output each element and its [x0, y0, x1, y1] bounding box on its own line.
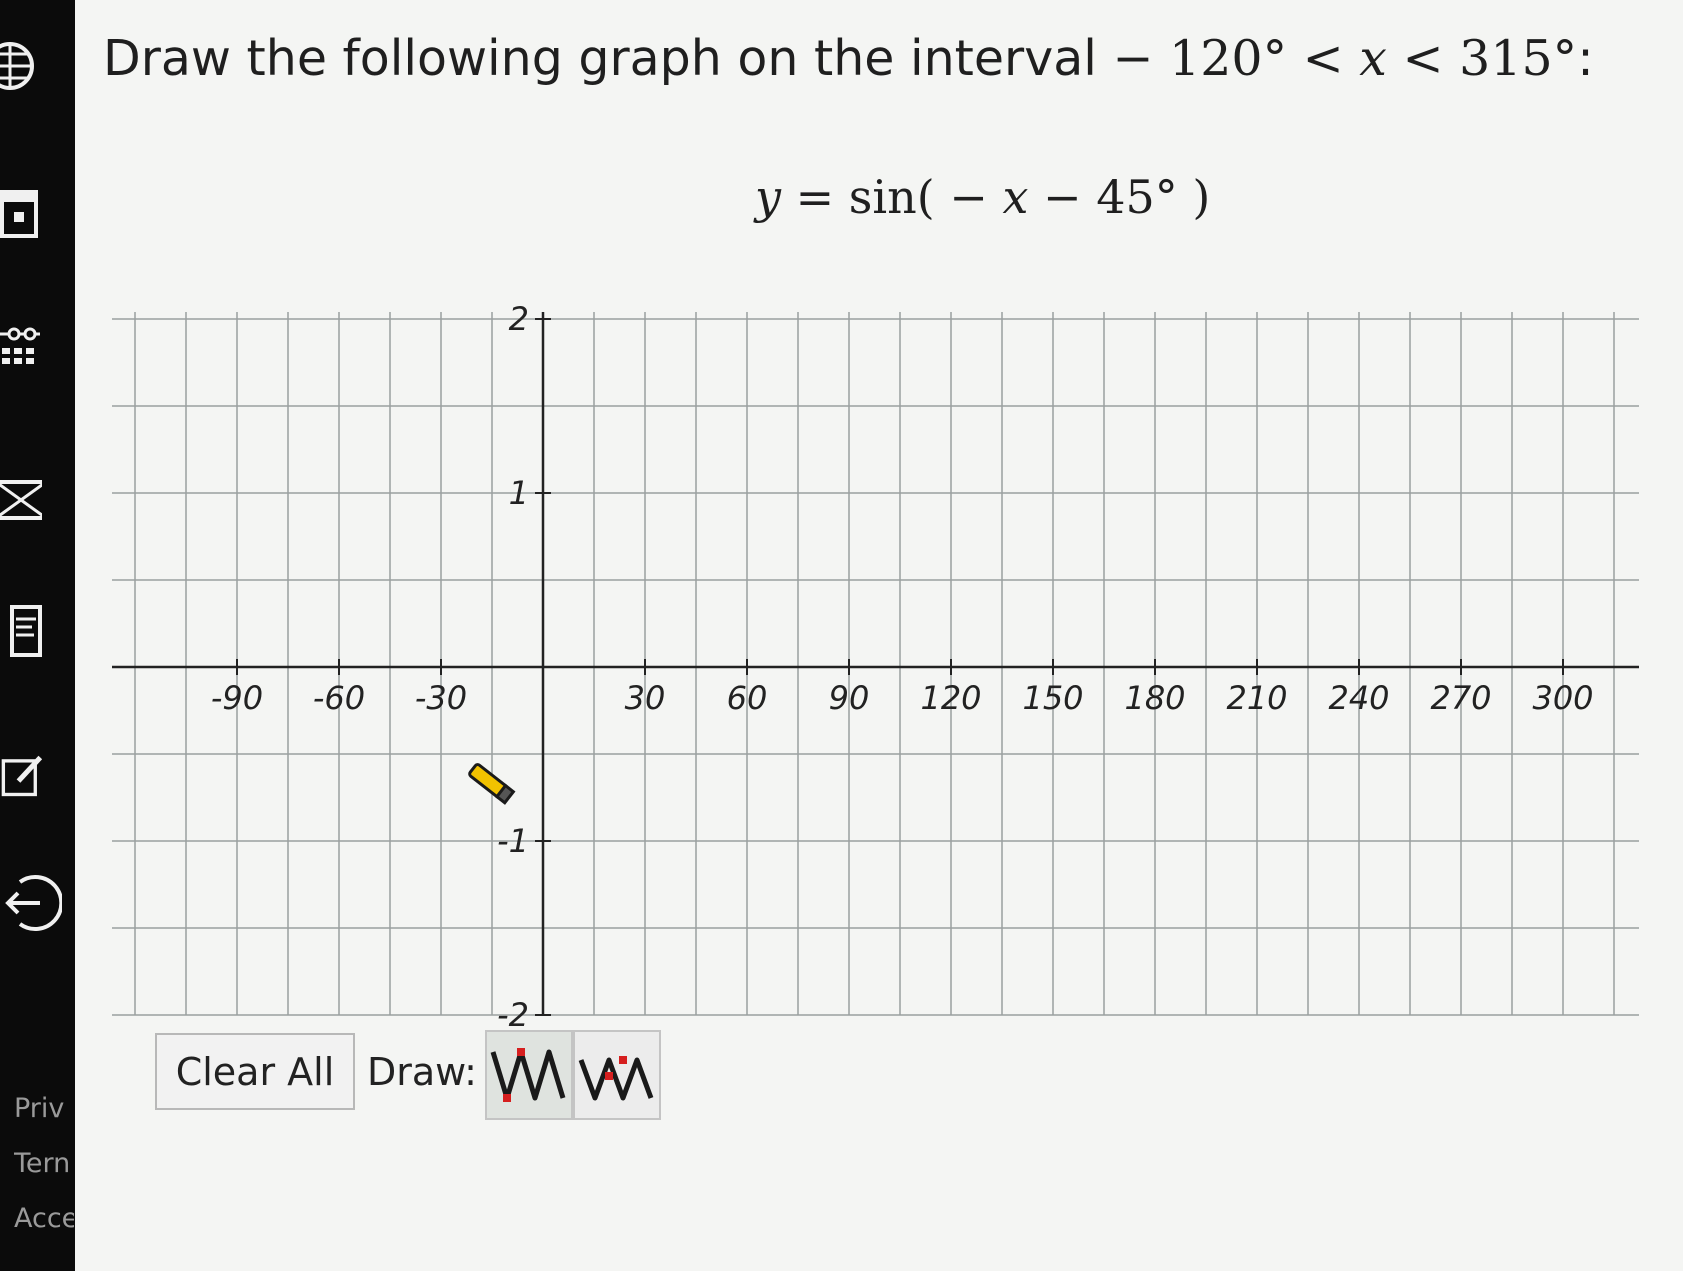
x-tick-label: -60: [313, 679, 365, 717]
x-tick-labels: -90 -60 -30 30 60 90 120 150 180 210 240 270 300: [211, 679, 1594, 717]
x-tick-label: 90: [829, 679, 870, 717]
y-tick-label: -2: [497, 996, 529, 1030]
x-tick-label: 300: [1532, 679, 1593, 717]
draw-label: Draw:: [367, 1050, 477, 1094]
y-tick-label: 2: [509, 300, 529, 338]
globe-icon[interactable]: [0, 40, 42, 92]
edit-icon[interactable]: [0, 750, 42, 802]
x-tick-label: 210: [1226, 679, 1287, 717]
grid-vertical-lines: [134, 312, 1615, 1015]
x-tick-label: 30: [625, 679, 666, 717]
x-tick-label: 150: [1022, 679, 1083, 717]
clear-all-button[interactable]: Clear All: [155, 1033, 355, 1110]
x-tick-label: -90: [211, 679, 263, 717]
calculator-icon[interactable]: [0, 188, 42, 240]
sine-draw-tool-button[interactable]: [485, 1030, 573, 1120]
logout-icon[interactable]: [0, 872, 62, 934]
sidebar: Priv Tern Acce: [0, 0, 75, 1271]
notes-icon[interactable]: [0, 605, 42, 657]
x-tick-label: 120: [920, 679, 981, 717]
mail-icon[interactable]: [0, 474, 42, 526]
x-tick-label: 270: [1430, 679, 1491, 717]
cosine-draw-tool-button[interactable]: [573, 1030, 661, 1120]
pencil-cursor-icon: [468, 763, 516, 805]
x-tick-label: 180: [1124, 679, 1185, 717]
x-tick-label: 60: [727, 679, 768, 717]
sine-tool-icon: [490, 1048, 566, 1102]
terms-link[interactable]: Tern: [14, 1148, 74, 1179]
accessibility-link[interactable]: Acce: [14, 1203, 74, 1234]
y-tick-labels: 2 1 -1 -2: [497, 300, 529, 1030]
sine-tool-alt-icon: [578, 1056, 654, 1101]
privacy-link[interactable]: Priv: [14, 1093, 74, 1124]
y-tick-label: -1: [497, 822, 529, 860]
sliders-icon[interactable]: [0, 322, 42, 374]
x-tick-label: -30: [415, 679, 467, 717]
main-content: Draw the following graph on the interval…: [75, 0, 1683, 1271]
y-tick-label: 1: [509, 474, 529, 512]
graph-canvas[interactable]: -90 -60 -30 30 60 90 120 150 180 210 240 270 300 2 1 -…: [75, 0, 1683, 1030]
x-tick-label: 240: [1328, 679, 1389, 717]
